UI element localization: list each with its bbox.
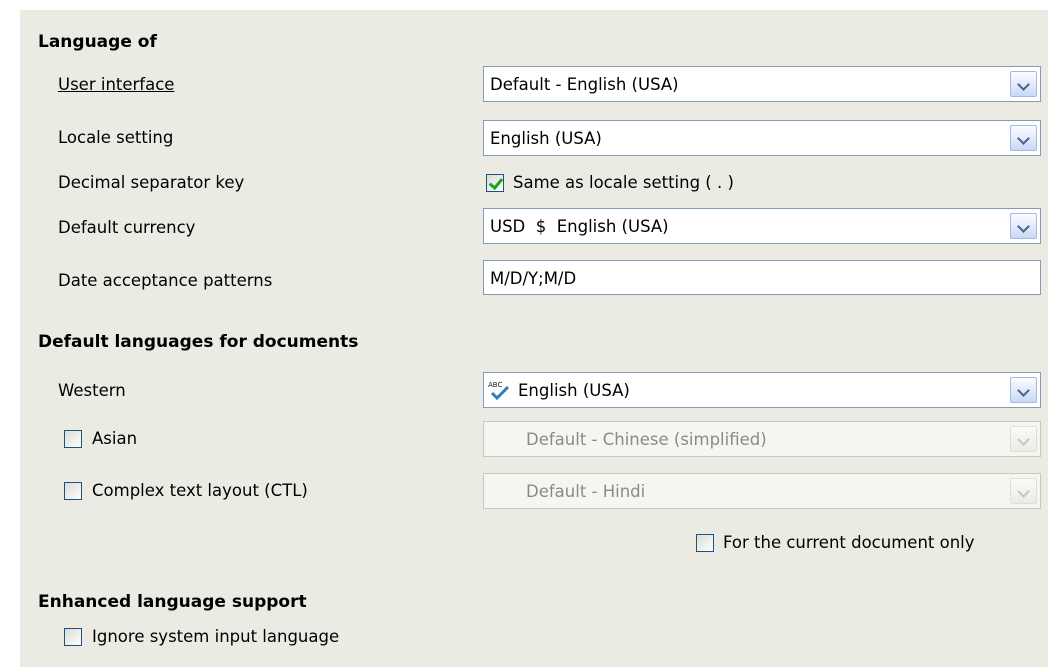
user-interface-label: User interface bbox=[58, 75, 174, 94]
ctl-checkbox[interactable] bbox=[64, 482, 82, 500]
western-value: English (USA) bbox=[518, 381, 630, 400]
locale-setting-value: English (USA) bbox=[490, 129, 602, 148]
same-as-locale-label: Same as locale setting ( . ) bbox=[513, 173, 734, 192]
svg-text:ABC: ABC bbox=[488, 381, 502, 389]
language-settings-panel: Language of User interface Default - Eng… bbox=[20, 10, 1048, 667]
date-patterns-input[interactable]: M/D/Y;M/D bbox=[483, 260, 1041, 295]
spellcheck-icon: ABC bbox=[488, 381, 510, 401]
chevron-down-icon[interactable] bbox=[1010, 71, 1037, 97]
user-interface-label-text: User interface bbox=[58, 75, 175, 94]
locale-setting-dropdown[interactable]: English (USA) bbox=[483, 120, 1041, 156]
default-currency-dropdown[interactable]: USD $ English (USA) bbox=[483, 208, 1041, 244]
ignore-system-input-label: Ignore system input language bbox=[92, 627, 340, 646]
asian-value: Default - Chinese (simplified) bbox=[526, 430, 767, 449]
default-currency-value: USD $ English (USA) bbox=[490, 217, 669, 236]
current-document-only-checkbox[interactable] bbox=[696, 534, 714, 552]
user-interface-value: Default - English (USA) bbox=[490, 75, 679, 94]
ctl-label: Complex text layout (CTL) bbox=[92, 481, 308, 500]
ctl-dropdown[interactable]: Default - Hindi bbox=[483, 473, 1041, 509]
western-dropdown[interactable]: ABC English (USA) bbox=[483, 372, 1041, 408]
western-label: Western bbox=[58, 381, 126, 400]
chevron-down-icon[interactable] bbox=[1010, 478, 1037, 504]
user-interface-dropdown[interactable]: Default - English (USA) bbox=[483, 66, 1041, 102]
decimal-separator-label: Decimal separator key bbox=[58, 173, 245, 192]
section-heading-enhanced: Enhanced language support bbox=[38, 592, 307, 612]
asian-label: Asian bbox=[92, 429, 138, 448]
ignore-system-input-checkbox[interactable] bbox=[64, 628, 82, 646]
chevron-down-icon[interactable] bbox=[1010, 213, 1037, 239]
chevron-down-icon[interactable] bbox=[1010, 125, 1037, 151]
asian-checkbox[interactable] bbox=[64, 430, 82, 448]
chevron-down-icon[interactable] bbox=[1010, 426, 1037, 452]
date-patterns-value: M/D/Y;M/D bbox=[490, 269, 577, 288]
default-currency-label: Default currency bbox=[58, 218, 196, 237]
current-document-only-label: For the current document only bbox=[723, 533, 975, 552]
date-patterns-label: Date acceptance patterns bbox=[58, 271, 273, 290]
asian-dropdown[interactable]: Default - Chinese (simplified) bbox=[483, 421, 1041, 457]
same-as-locale-checkbox[interactable] bbox=[486, 174, 504, 192]
locale-setting-label: Locale setting bbox=[58, 128, 173, 147]
section-heading-default-languages: Default languages for documents bbox=[38, 332, 359, 352]
ctl-value: Default - Hindi bbox=[526, 482, 646, 501]
chevron-down-icon[interactable] bbox=[1010, 377, 1037, 403]
section-heading-language-of: Language of bbox=[38, 32, 157, 52]
locale-setting-label-text: Locale setting bbox=[58, 128, 174, 147]
